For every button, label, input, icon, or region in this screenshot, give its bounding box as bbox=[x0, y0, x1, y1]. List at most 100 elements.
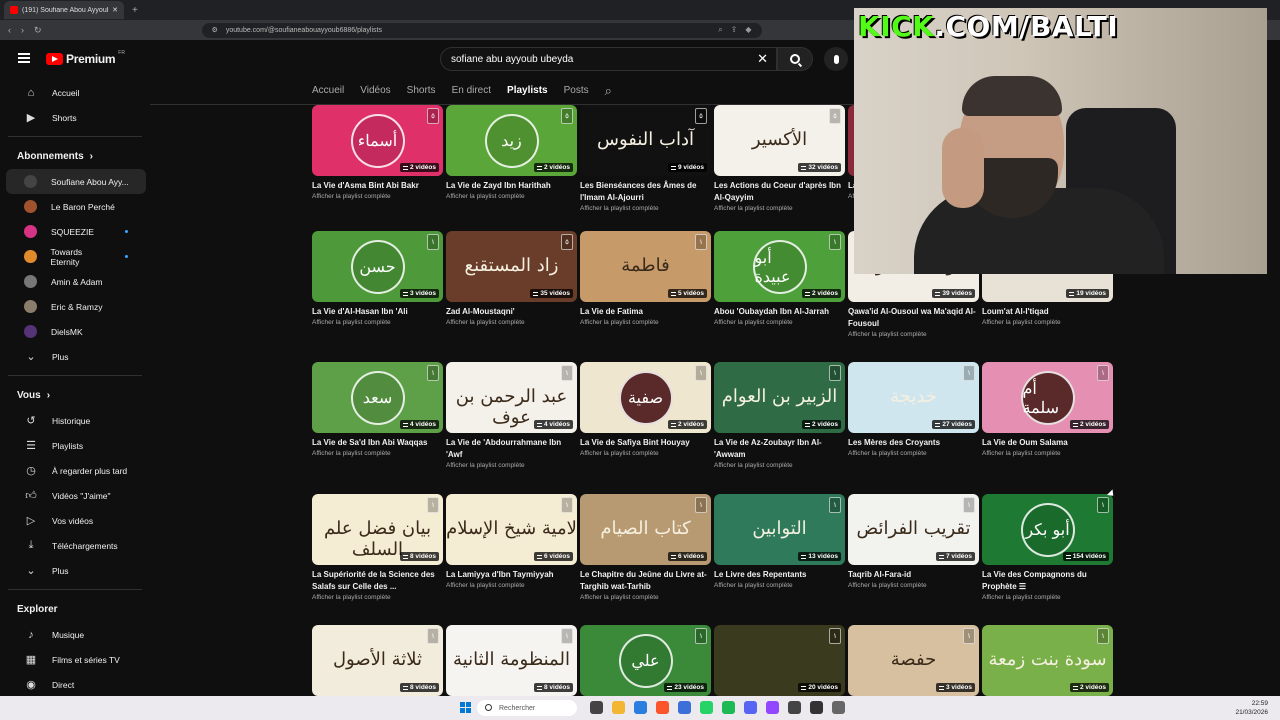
playlist-thumbnail[interactable]: ثلاثة الأصول ١ 8 vidéos bbox=[312, 625, 443, 696]
playlist-title[interactable]: Abou 'Oubaydah Ibn Al-Jarrah bbox=[714, 306, 845, 318]
playlist-title[interactable]: La Vie de Oum Salama bbox=[982, 437, 1113, 449]
sidebar-item-you[interactable]: ↺ Historique bbox=[6, 408, 146, 433]
view-full-playlist-link[interactable]: Afficher la playlist complète bbox=[312, 319, 443, 326]
playlist-card[interactable]: حسن ١ 3 vidéos La Vie d'Al-Hasan Ibn 'Ali Af… bbox=[312, 231, 443, 338]
playlist-card[interactable]: سعد ١ 4 vidéos La Vie de Sa'd Ibn Abi Waqqa… bbox=[312, 362, 443, 469]
playlist-card[interactable]: حفصة ١ 3 vidéos bbox=[848, 625, 979, 696]
playlist-title[interactable]: La Vie de Safiya Bint Houyay bbox=[580, 437, 711, 449]
media-icon[interactable] bbox=[788, 701, 801, 714]
playlist-card[interactable]: التوابين ١ 13 vidéos Le Livre des Repentant… bbox=[714, 494, 845, 601]
playlist-title[interactable]: Taqrib Al-Fara-id bbox=[848, 569, 979, 581]
sidebar-item-you[interactable]: ⤓ Téléchargements bbox=[6, 533, 146, 558]
playlist-thumbnail[interactable]: حفصة ١ 3 vidéos bbox=[848, 625, 979, 696]
view-full-playlist-link[interactable]: Afficher la playlist complète bbox=[714, 205, 845, 212]
discord-icon[interactable] bbox=[744, 701, 757, 714]
subscription-item[interactable]: SQUEEZIE bbox=[6, 219, 146, 244]
twitch-icon[interactable] bbox=[766, 701, 779, 714]
playlist-thumbnail[interactable]: أبو بكر ١ 154 vidéos bbox=[982, 494, 1113, 565]
playlist-thumbnail[interactable]: زاد المستقنع ٥ 35 vidéos bbox=[446, 231, 577, 302]
playlist-thumbnail[interactable]: خديجة ١ 27 vidéos bbox=[848, 362, 979, 433]
playlist-title[interactable]: La Vie d'Asma Bint Abi Bakr bbox=[312, 180, 443, 192]
playlist-title[interactable]: Le Chapitre du Jeûne du Livre at-Targhib… bbox=[580, 569, 711, 593]
playlist-card[interactable]: أم سلمة ١ 2 vidéos La Vie de Oum Salama Affi… bbox=[982, 362, 1113, 469]
tab-vidéos[interactable]: Vidéos bbox=[360, 85, 390, 98]
playlist-title[interactable]: La Lamiyya d'Ibn Taymiyyah bbox=[446, 569, 577, 581]
playlist-card[interactable]: الزبير بن العوام ١ 2 vidéos La Vie de Az-Zo… bbox=[714, 362, 845, 469]
playlist-thumbnail[interactable]: حسن ١ 3 vidéos bbox=[312, 231, 443, 302]
sidebar-item-explore[interactable]: ♪ Musique bbox=[6, 622, 146, 647]
store-icon[interactable] bbox=[634, 701, 647, 714]
app-icon[interactable] bbox=[832, 701, 845, 714]
notion-icon[interactable] bbox=[810, 701, 823, 714]
task-view-icon[interactable] bbox=[590, 701, 603, 714]
playlist-card[interactable]: خديجة ١ 27 vidéos Les Mères des Croyants Aff… bbox=[848, 362, 979, 469]
clear-search-icon[interactable]: ✕ bbox=[757, 51, 768, 67]
playlist-card[interactable]: زاد المستقنع ٥ 35 vidéos Zad Al-Moustaqni' A… bbox=[446, 231, 577, 338]
view-full-playlist-link[interactable]: Afficher la playlist complète bbox=[982, 594, 1113, 601]
browser-icon[interactable] bbox=[678, 701, 691, 714]
sidebar-item-accueil[interactable]: ⌂ Accueil bbox=[6, 80, 146, 105]
playlist-card[interactable]: ١ 20 vidéos bbox=[714, 625, 845, 696]
view-full-playlist-link[interactable]: Afficher la playlist complète bbox=[446, 319, 577, 326]
you-header[interactable]: Vous › bbox=[0, 382, 150, 408]
playlist-title[interactable]: Les Actions du Coeur d'après Ibn Al-Qayy… bbox=[714, 180, 845, 204]
view-full-playlist-link[interactable]: Afficher la playlist complète bbox=[982, 450, 1113, 457]
sidebar-item-explore[interactable]: ▦ Films et séries TV bbox=[6, 647, 146, 672]
sidebar-item-you[interactable]: 👍︎ Vidéos "J'aime" bbox=[6, 483, 146, 508]
view-full-playlist-link[interactable]: Afficher la playlist complète bbox=[312, 450, 443, 457]
playlist-card[interactable]: عبد الرحمن بن عوف ١ 4 vidéos La Vie de 'Abd… bbox=[446, 362, 577, 469]
brave-shield-icon[interactable]: ◆ bbox=[745, 25, 751, 35]
playlist-title[interactable]: Qawa'id Al-Ousoul wa Ma'aqid Al-Fousoul bbox=[848, 306, 979, 330]
view-full-playlist-link[interactable]: Afficher la playlist complète bbox=[580, 319, 711, 326]
playlist-thumbnail[interactable]: زيد ٥ 2 vidéos bbox=[446, 105, 577, 176]
playlist-thumbnail[interactable]: الزبير بن العوام ١ 2 vidéos bbox=[714, 362, 845, 433]
playlist-title[interactable]: Le Livre des Repentants bbox=[714, 569, 845, 581]
playlist-card[interactable]: كتاب الصيام ١ 6 vidéos Le Chapitre du Jeûne… bbox=[580, 494, 711, 601]
share-icon[interactable]: ⇪ bbox=[731, 25, 738, 35]
playlist-title[interactable]: La Vie d'Al-Hasan Ibn 'Ali bbox=[312, 306, 443, 318]
subscriptions-header[interactable]: Abonnements › bbox=[0, 143, 150, 169]
back-icon[interactable]: ‹ bbox=[8, 25, 11, 35]
view-full-playlist-link[interactable]: Afficher la playlist complète bbox=[848, 450, 979, 457]
taskbar-clock[interactable]: 22:59 21/03/2026 bbox=[1235, 699, 1268, 717]
sidebar-item-you[interactable]: ◷ À regarder plus tard bbox=[6, 458, 146, 483]
view-full-playlist-link[interactable]: Afficher la playlist complète bbox=[714, 462, 845, 469]
playlist-card[interactable]: أبو عبيدة ١ 2 vidéos Abou 'Oubaydah Ibn Al-… bbox=[714, 231, 845, 338]
view-full-playlist-link[interactable]: Afficher la playlist complète bbox=[714, 319, 845, 326]
playlist-thumbnail[interactable]: الأكسير ٥ 32 vidéos bbox=[714, 105, 845, 176]
spotify-icon[interactable] bbox=[722, 701, 735, 714]
playlist-title[interactable]: Les Bienséances des Âmes de l'Imam Al-Aj… bbox=[580, 180, 711, 204]
playlist-thumbnail[interactable]: كتاب الصيام ١ 6 vidéos bbox=[580, 494, 711, 565]
playlist-title[interactable]: La Vie de Zayd Ibn Harithah bbox=[446, 180, 577, 192]
site-info-icon[interactable]: ⚙ bbox=[212, 26, 218, 34]
playlist-card[interactable]: فاطمة ١ 5 vidéos La Vie de Fatima Afficher l… bbox=[580, 231, 711, 338]
playlist-thumbnail[interactable]: التوابين ١ 13 vidéos bbox=[714, 494, 845, 565]
view-full-playlist-link[interactable]: Afficher la playlist complète bbox=[848, 331, 979, 338]
playlist-title[interactable]: La Vie de Az-Zoubayr Ibn Al-'Awwam bbox=[714, 437, 845, 461]
playlist-card[interactable]: سودة بنت زمعة ١ 2 vidéos bbox=[982, 625, 1113, 696]
playlist-title[interactable]: La Vie de 'Abdourrahmane Ibn 'Awf bbox=[446, 437, 577, 461]
url-field[interactable]: ⚙ youtube.com/@soufianeabouayyoub6886/pl… bbox=[201, 22, 762, 38]
playlist-thumbnail[interactable]: المنظومة الثانية ١ 8 vidéos bbox=[446, 625, 577, 696]
playlist-thumbnail[interactable]: فاطمة ١ 5 vidéos bbox=[580, 231, 711, 302]
subscriptions-more[interactable]: ⌄ Plus bbox=[6, 344, 146, 369]
playlist-card[interactable]: أبو بكر ١ 154 vidéos La Vie des Compagnons … bbox=[982, 494, 1113, 601]
playlist-card[interactable]: صفية ١ 2 vidéos La Vie de Safiya Bint Houya… bbox=[580, 362, 711, 469]
playlist-thumbnail[interactable]: ١ 20 vidéos bbox=[714, 625, 845, 696]
view-full-playlist-link[interactable]: Afficher la playlist complète bbox=[446, 462, 577, 469]
playlist-title[interactable]: Loum'at Al-I'tiqad bbox=[982, 306, 1113, 318]
playlist-thumbnail[interactable]: صفية ١ 2 vidéos bbox=[580, 362, 711, 433]
search-input[interactable]: sofiane abu ayyoub ubeyda ✕ bbox=[440, 47, 777, 71]
new-tab-icon[interactable]: + bbox=[132, 5, 138, 16]
playlist-card[interactable]: زيد ٥ 2 vidéos La Vie de Zayd Ibn Harithah A… bbox=[446, 105, 577, 212]
tab-accueil[interactable]: Accueil bbox=[312, 85, 344, 98]
subscription-item[interactable]: Eric & Ramzy bbox=[6, 294, 146, 319]
playlist-thumbnail[interactable]: أبو عبيدة ١ 2 vidéos bbox=[714, 231, 845, 302]
playlist-title[interactable]: La Vie de Fatima bbox=[580, 306, 711, 318]
view-full-playlist-link[interactable]: Afficher la playlist complète bbox=[312, 193, 443, 200]
file-explorer-icon[interactable] bbox=[612, 701, 625, 714]
subscription-item[interactable]: Amin & Adam bbox=[6, 269, 146, 294]
playlist-thumbnail[interactable]: بيان فضل علم السلف ١ 8 vidéos bbox=[312, 494, 443, 565]
subscription-item[interactable]: Towards Eternity bbox=[6, 244, 146, 269]
playlist-card[interactable]: بيان فضل علم السلف ١ 8 vidéos La Supériorit… bbox=[312, 494, 443, 601]
